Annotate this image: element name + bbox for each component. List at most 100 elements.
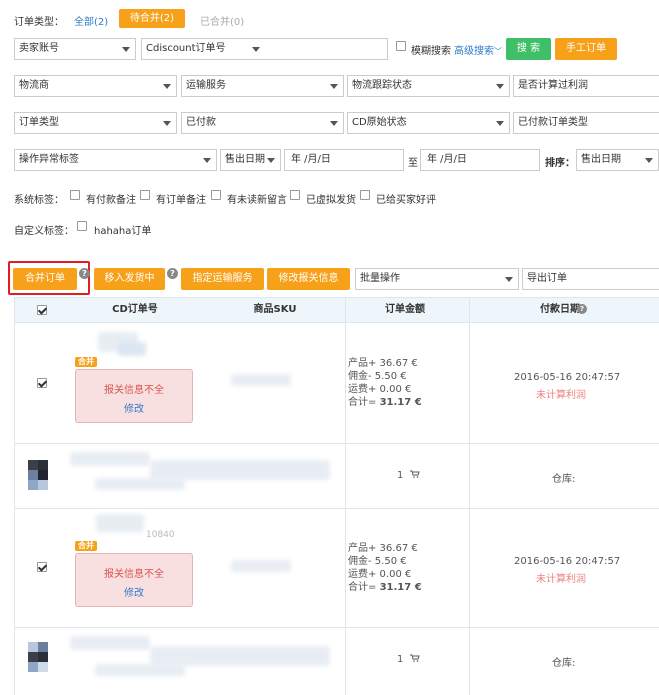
order-type-label: 订单类型： xyxy=(14,17,64,28)
amount-total-value: 31.17 € xyxy=(379,397,422,408)
tag-unread-message-label: 有未读新留言 xyxy=(227,195,287,206)
chevron-down-icon xyxy=(163,84,171,89)
amount-freight: 运费+ 0.00 € xyxy=(348,384,412,395)
sort-label: 排序： xyxy=(545,158,575,169)
customs-warning-box: 报关信息不全 修改 xyxy=(75,553,193,607)
blurred-product-info xyxy=(95,664,185,676)
abnormal-tag-select[interactable]: 操作异常标签 xyxy=(14,149,217,171)
thumb-pixel xyxy=(38,642,48,652)
blurred-order-id xyxy=(96,514,144,532)
date-from-input[interactable]: 年 /月/日 xyxy=(284,149,404,171)
amount-commission: 佣金- 5.50 € xyxy=(348,556,407,567)
chevron-down-icon xyxy=(203,158,211,163)
blurred-order-id xyxy=(118,342,146,356)
help-icon[interactable]: ? xyxy=(167,268,178,279)
tracking-status-select[interactable]: 物流跟踪状态 xyxy=(347,75,510,97)
pay-date: 2016-05-16 20:47:57 xyxy=(514,372,621,383)
custom-tag-hahaha-label: hahaha订单 xyxy=(94,226,152,237)
help-icon[interactable]: ? xyxy=(79,268,90,279)
tab-pending-merge[interactable]: 待合并(2) xyxy=(119,9,185,28)
tag-order-note-checkbox[interactable] xyxy=(140,190,150,200)
cart-icon xyxy=(410,470,420,478)
row-checkbox[interactable] xyxy=(37,562,47,572)
cd-raw-status-select[interactable]: CD原始状态 xyxy=(347,112,510,134)
seller-account-select[interactable]: 卖家账号 xyxy=(14,38,136,60)
row-checkbox[interactable] xyxy=(37,378,47,388)
thumb-pixel xyxy=(38,662,48,672)
chevron-down-icon xyxy=(330,121,338,126)
move-to-shipping-button[interactable]: 移入发货中 xyxy=(94,268,165,290)
date-range-separator: 至 xyxy=(408,158,418,169)
merge-badge: 合并 xyxy=(75,541,97,551)
profit-status: 未计算利润 xyxy=(536,574,586,585)
amount-product: 产品+ 36.67 € xyxy=(348,543,418,554)
thumb-pixel xyxy=(28,652,38,662)
amount-product: 产品+ 36.67 € xyxy=(348,358,418,369)
cart-icon xyxy=(410,654,420,662)
fuzzy-search-checkbox[interactable] xyxy=(396,41,406,51)
blurred-sku xyxy=(231,374,291,386)
date-type-select[interactable]: 售出日期 xyxy=(220,149,281,171)
thumb-pixel xyxy=(38,652,48,662)
pay-date: 2016-05-16 20:47:57 xyxy=(514,556,621,567)
order-id-fragment: 10840 xyxy=(146,530,175,540)
tag-buyer-feedback-checkbox[interactable] xyxy=(360,190,370,200)
shipping-service-value: 运输服务 xyxy=(186,80,226,91)
advanced-search-text: 高级搜索 xyxy=(454,46,494,57)
tag-order-note-label: 有订单备注 xyxy=(156,195,206,206)
search-button[interactable]: 搜 索 xyxy=(506,38,551,60)
payment-status-select[interactable]: 已付款 xyxy=(181,112,344,134)
paid-order-type-select[interactable]: 已付款订单类型 xyxy=(513,112,659,134)
chevron-down-icon xyxy=(252,47,260,52)
order-type-select[interactable]: 订单类型 xyxy=(14,112,177,134)
help-icon[interactable]: ? xyxy=(577,304,587,314)
customs-edit-link[interactable]: 修改 xyxy=(76,400,192,415)
tab-merged[interactable]: 已合并(0) xyxy=(200,13,244,28)
customs-warning-text: 报关信息不全 xyxy=(104,385,164,396)
logistics-value: 物流商 xyxy=(19,80,49,91)
seller-account-value: 卖家账号 xyxy=(19,43,59,54)
amount-commission: 佣金- 5.50 € xyxy=(348,371,407,382)
thumb-pixel xyxy=(28,642,38,652)
merge-badge: 合并 xyxy=(75,357,97,367)
header-amount: 订单金额 xyxy=(385,304,425,315)
export-orders-select[interactable]: 导出订单 xyxy=(522,268,659,290)
tag-buyer-feedback-label: 已给买家好评 xyxy=(376,195,436,206)
advanced-search-link[interactable]: 高级搜索﹀ xyxy=(454,42,502,57)
chevron-down-icon xyxy=(330,84,338,89)
header-sku: 商品SKU xyxy=(253,304,297,315)
thumb-pixel xyxy=(28,662,38,672)
chevron-down-icon: ﹀ xyxy=(494,47,502,56)
thumb-pixel xyxy=(28,460,38,470)
logistics-select[interactable]: 物流商 xyxy=(14,75,177,97)
profit-calculated-value: 是否计算过利润 xyxy=(518,80,588,91)
paid-order-type-value: 已付款订单类型 xyxy=(518,117,588,128)
shipping-service-select[interactable]: 运输服务 xyxy=(181,75,344,97)
modify-customs-info-button[interactable]: 修改报关信息 xyxy=(267,268,350,290)
cd-order-no-select[interactable]: Cdiscount订单号 xyxy=(141,38,388,60)
amount-total-label: 合计= xyxy=(348,582,377,593)
product-thumbnail xyxy=(18,636,60,680)
date-type-value: 售出日期 xyxy=(225,154,265,165)
order-type-value: 订单类型 xyxy=(19,117,59,128)
assign-shipping-service-button[interactable]: 指定运输服务 xyxy=(181,268,264,290)
payment-status-value: 已付款 xyxy=(186,117,216,128)
warehouse: 仓库: xyxy=(552,658,576,669)
merge-orders-button[interactable]: 合并订单 xyxy=(13,268,77,290)
thumb-pixel xyxy=(38,480,48,490)
blurred-product-info xyxy=(150,646,330,666)
tab-all[interactable]: 全部(2) xyxy=(74,13,108,28)
customs-edit-link[interactable]: 修改 xyxy=(76,584,192,599)
blurred-product-info xyxy=(95,478,185,490)
tag-unread-message-checkbox[interactable] xyxy=(211,190,221,200)
select-all-checkbox[interactable] xyxy=(37,305,47,315)
custom-tag-hahaha-checkbox[interactable] xyxy=(77,221,87,231)
tag-payment-note-checkbox[interactable] xyxy=(70,190,80,200)
profit-calculated-select[interactable]: 是否计算过利润 xyxy=(513,75,659,97)
manual-order-button[interactable]: 手工订单 xyxy=(555,38,617,60)
date-to-input[interactable]: 年 /月/日 xyxy=(420,149,540,171)
batch-operations-select[interactable]: 批量操作 xyxy=(355,268,519,290)
sort-select[interactable]: 售出日期 xyxy=(576,149,659,171)
thumb-pixel xyxy=(38,460,48,470)
tag-virtual-shipped-checkbox[interactable] xyxy=(290,190,300,200)
